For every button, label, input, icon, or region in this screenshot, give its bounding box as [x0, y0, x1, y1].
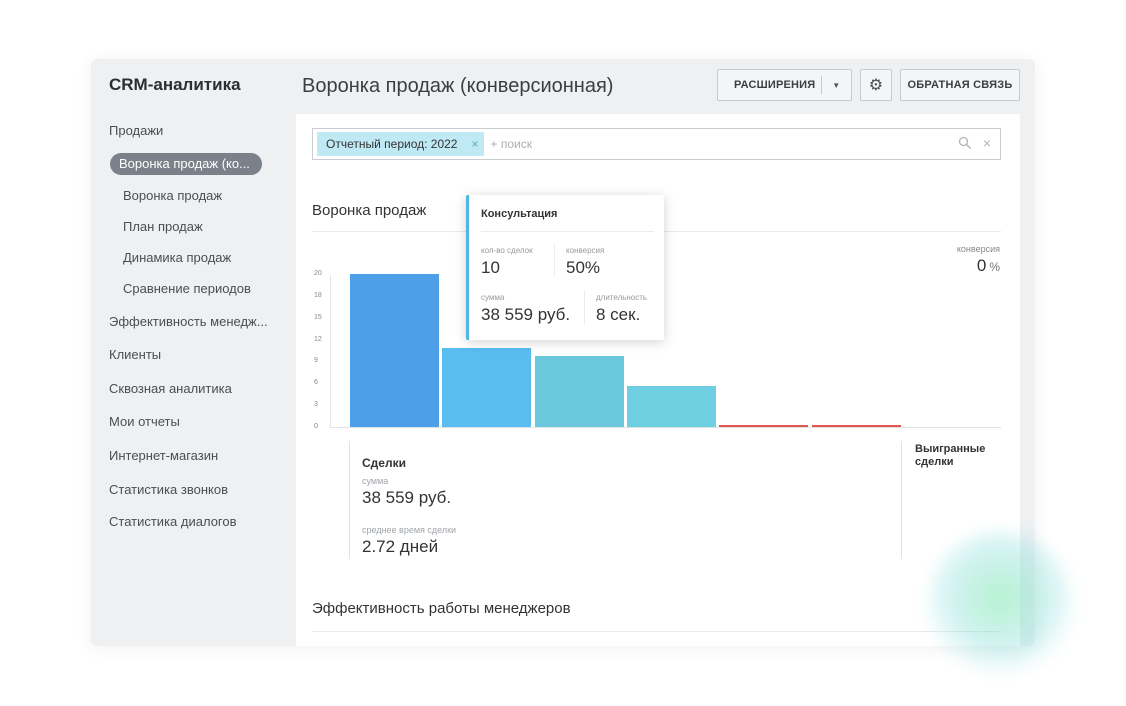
sidebar-item-conversion-funnel[interactable]: Воронка продаж (ко... [110, 153, 262, 175]
extensions-label: РАСШИРЕНИЯ [734, 79, 816, 91]
extensions-button[interactable]: РАСШИРЕНИЯ ▼ [717, 69, 852, 101]
sidebar-item-manager-efficiency[interactable]: Эффективность менедж... [109, 314, 268, 329]
x-axis-baseline [330, 427, 1001, 428]
tooltip-duration-value: 8 сек. [596, 305, 641, 324]
y-tick-label: 3 [314, 401, 318, 409]
crm-window: CRM-аналитика Продажи Воронка продаж (ко… [91, 59, 1035, 646]
sidebar-item-sales-dynamics[interactable]: Динамика продаж [123, 250, 231, 265]
settings-button[interactable]: ⚙ [860, 69, 892, 101]
clear-icon[interactable]: × [983, 135, 991, 151]
y-tick-label: 18 [314, 291, 322, 299]
y-tick-label: 20 [314, 270, 322, 277]
search-icon[interactable] [958, 136, 972, 150]
funnel-bar[interactable] [626, 386, 716, 427]
managers-title: Эффективность работы менеджеров [312, 600, 571, 617]
funnel-bar[interactable] [350, 274, 439, 427]
sidebar-item-dialog-stats[interactable]: Статистика диалогов [109, 514, 237, 529]
y-tick-label: 9 [314, 357, 318, 365]
tooltip-conversion-label: конверсия [566, 246, 605, 255]
funnel-bar[interactable] [719, 425, 809, 427]
y-tick-label: 6 [314, 379, 318, 387]
tooltip-conversion-value: 50% [566, 258, 601, 277]
funnel-bar[interactable] [811, 425, 901, 427]
deals-sum-label: сумма [362, 476, 389, 486]
conversion-value: 0% [977, 256, 1000, 276]
tooltip-duration-label: длительность [596, 293, 648, 302]
period-filter-chip[interactable]: Отчетный период: 2022 × [317, 132, 485, 156]
y-tick-label: 0 [314, 423, 318, 430]
y-tick-label: 15 [314, 313, 322, 321]
search-input[interactable]: + поиск [490, 137, 531, 151]
divider [349, 441, 350, 559]
sidebar-item-end-to-end-analytics[interactable]: Сквозная аналитика [109, 381, 232, 396]
tooltip-sum-label: сумма [481, 293, 505, 302]
deals-title: Сделки [362, 456, 406, 470]
chevron-down-icon[interactable]: ▼ [822, 81, 852, 90]
tooltip-sum-value: 38 559 руб. [481, 305, 571, 324]
page-title: Воронка продаж (конверсионная) [302, 75, 614, 97]
tooltip-title: Консультация [481, 208, 558, 220]
funnel-bar[interactable] [534, 355, 624, 427]
sidebar-item-sales[interactable]: Продажи [109, 123, 163, 138]
sidebar-item-my-reports[interactable]: Мои отчеты [109, 414, 180, 429]
sidebar-item-call-stats[interactable]: Статистика звонков [109, 482, 228, 497]
conversion-number: 0 [976, 256, 987, 275]
divider [901, 441, 902, 559]
sidebar-item-sales-plan[interactable]: План продаж [123, 219, 203, 234]
y-tick-label: 12 [314, 335, 322, 343]
gear-icon: ⚙ [868, 77, 884, 94]
sidebar-item-period-comparison[interactable]: Сравнение периодов [123, 281, 251, 296]
tooltip-deals-label: кол-во сделок [481, 246, 533, 255]
chip-close-icon[interactable]: × [471, 137, 478, 151]
report-content: Отчетный период: 2022 × + поиск × Воронк… [296, 114, 1020, 646]
divider [481, 231, 654, 232]
deals-avg-time-value: 2.72 дней [362, 537, 439, 556]
sidebar-item-clients[interactable]: Клиенты [109, 347, 161, 362]
divider [554, 243, 555, 277]
filter-bar[interactable]: Отчетный период: 2022 × + поиск × [312, 128, 1001, 160]
funnel-title: Воронка продаж [312, 202, 427, 219]
sidebar-item-sales-funnel[interactable]: Воронка продаж [123, 188, 222, 203]
decorative-glow [925, 530, 1075, 680]
y-axis [330, 275, 331, 428]
divider [312, 631, 1001, 632]
period-filter-label: Отчетный период: 2022 [326, 137, 458, 151]
funnel-bar[interactable] [442, 348, 532, 427]
tooltip-deals-value: 10 [481, 258, 500, 277]
feedback-button[interactable]: ОБРАТНАЯ СВЯЗЬ [900, 69, 1020, 101]
conversion-label: конверсия [956, 244, 1000, 254]
deals-sum-value: 38 559 руб. [362, 488, 452, 507]
deals-avg-time-label: среднее время сделки [362, 525, 457, 535]
app-title: CRM-аналитика [109, 75, 241, 94]
conversion-unit: % [989, 260, 1000, 274]
won-deals-title: Выигранные сделки [915, 443, 986, 468]
bar-tooltip: Консультация кол-во сделок 10 конверсия … [466, 195, 664, 340]
sidebar-item-online-store[interactable]: Интернет-магазин [109, 448, 218, 463]
divider [584, 290, 585, 324]
